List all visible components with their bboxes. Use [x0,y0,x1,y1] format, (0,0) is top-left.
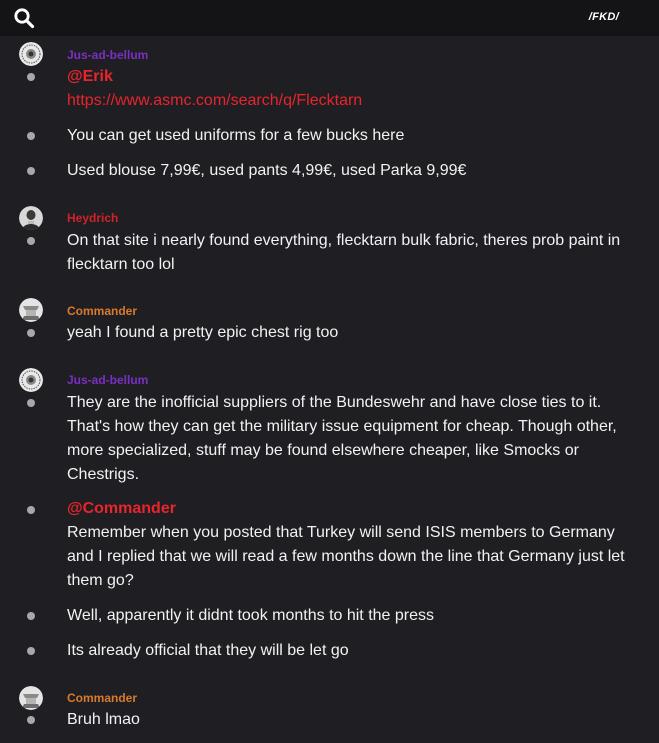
avatar-heydrich[interactable] [19,206,43,230]
message-bullet [27,647,35,655]
username[interactable]: Heydrich [67,211,118,225]
message-text: Bruh lmao [67,711,140,728]
mention[interactable]: @Commander [67,499,176,519]
avatar-jus-ad-bellum[interactable] [19,368,43,392]
username[interactable]: Jus-ad-bellum [67,48,148,62]
search-icon[interactable] [13,7,35,29]
message-text: They are the inofficial suppliers of the… [67,394,617,483]
message-bullet [27,329,35,337]
username[interactable]: Commander [67,304,137,318]
message-bullet [27,132,35,140]
message-bullet [27,612,35,620]
message-text: On that site i nearly found everything, … [67,232,621,273]
message-bullet [27,716,35,724]
message-bullet [27,167,35,175]
username[interactable]: Commander [67,691,137,705]
message-bullet [27,73,35,81]
message-link[interactable]: https://www.asmc.com/search/q/Flecktarn [67,91,362,111]
top-bar: /FKD/ [0,0,659,36]
message-text: You can get used uniforms for a few buck… [67,127,405,144]
site-brand[interactable]: /FKD/ [589,11,619,23]
mention[interactable]: @Erik [67,67,113,87]
message-bullet [27,399,35,407]
message-text: yeah I found a pretty epic chest rig too [67,324,339,341]
message-bullet [27,237,35,245]
avatar-commander[interactable] [19,686,43,710]
message-text: Used blouse 7,99€, used pants 4,99€, use… [67,162,467,179]
username[interactable]: Jus-ad-bellum [67,373,148,387]
message-text: Its already official that they will be l… [67,642,349,659]
message-text: Well, apparently it didnt took months to… [67,607,435,624]
avatar-jus-ad-bellum[interactable] [19,42,43,66]
avatar-commander[interactable] [19,298,43,322]
message-text: Remember when you posted that Turkey wil… [67,524,625,589]
message-bullet [27,506,35,514]
